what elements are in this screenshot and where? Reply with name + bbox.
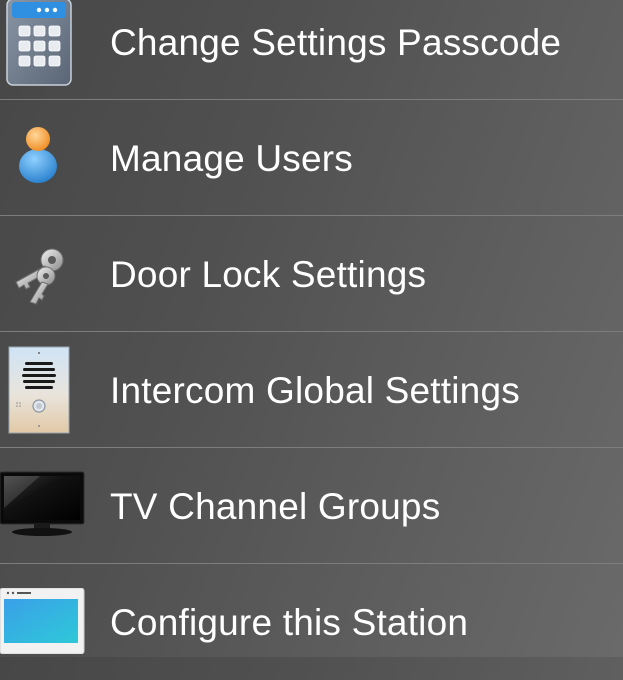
menu-item-label: Configure this Station — [110, 602, 469, 643]
menu-item-label: Manage Users — [110, 138, 354, 179]
menu-item-label: Change Settings Passcode — [110, 22, 562, 63]
settings-menu: Change Settings Passcode Manage Users Do… — [0, 0, 623, 657]
menu-item-label: TV Channel Groups — [110, 486, 441, 527]
menu-item-intercom-global-settings[interactable]: Intercom Global Settings — [0, 332, 623, 448]
keys-icon — [0, 216, 96, 332]
user-icon — [0, 100, 96, 216]
keypad-icon — [0, 0, 96, 100]
menu-item-label: Intercom Global Settings — [110, 370, 520, 411]
menu-item-change-settings-passcode[interactable]: Change Settings Passcode — [0, 0, 623, 100]
tv-icon — [0, 448, 96, 564]
menu-item-tv-channel-groups[interactable]: TV Channel Groups — [0, 448, 623, 564]
menu-item-door-lock-settings[interactable]: Door Lock Settings — [0, 216, 623, 332]
intercom-icon — [0, 332, 96, 448]
menu-item-manage-users[interactable]: Manage Users — [0, 100, 623, 216]
menu-item-label: Door Lock Settings — [110, 254, 427, 295]
station-screen-icon — [0, 564, 96, 680]
menu-item-configure-this-station[interactable]: Configure this Station — [0, 564, 623, 680]
